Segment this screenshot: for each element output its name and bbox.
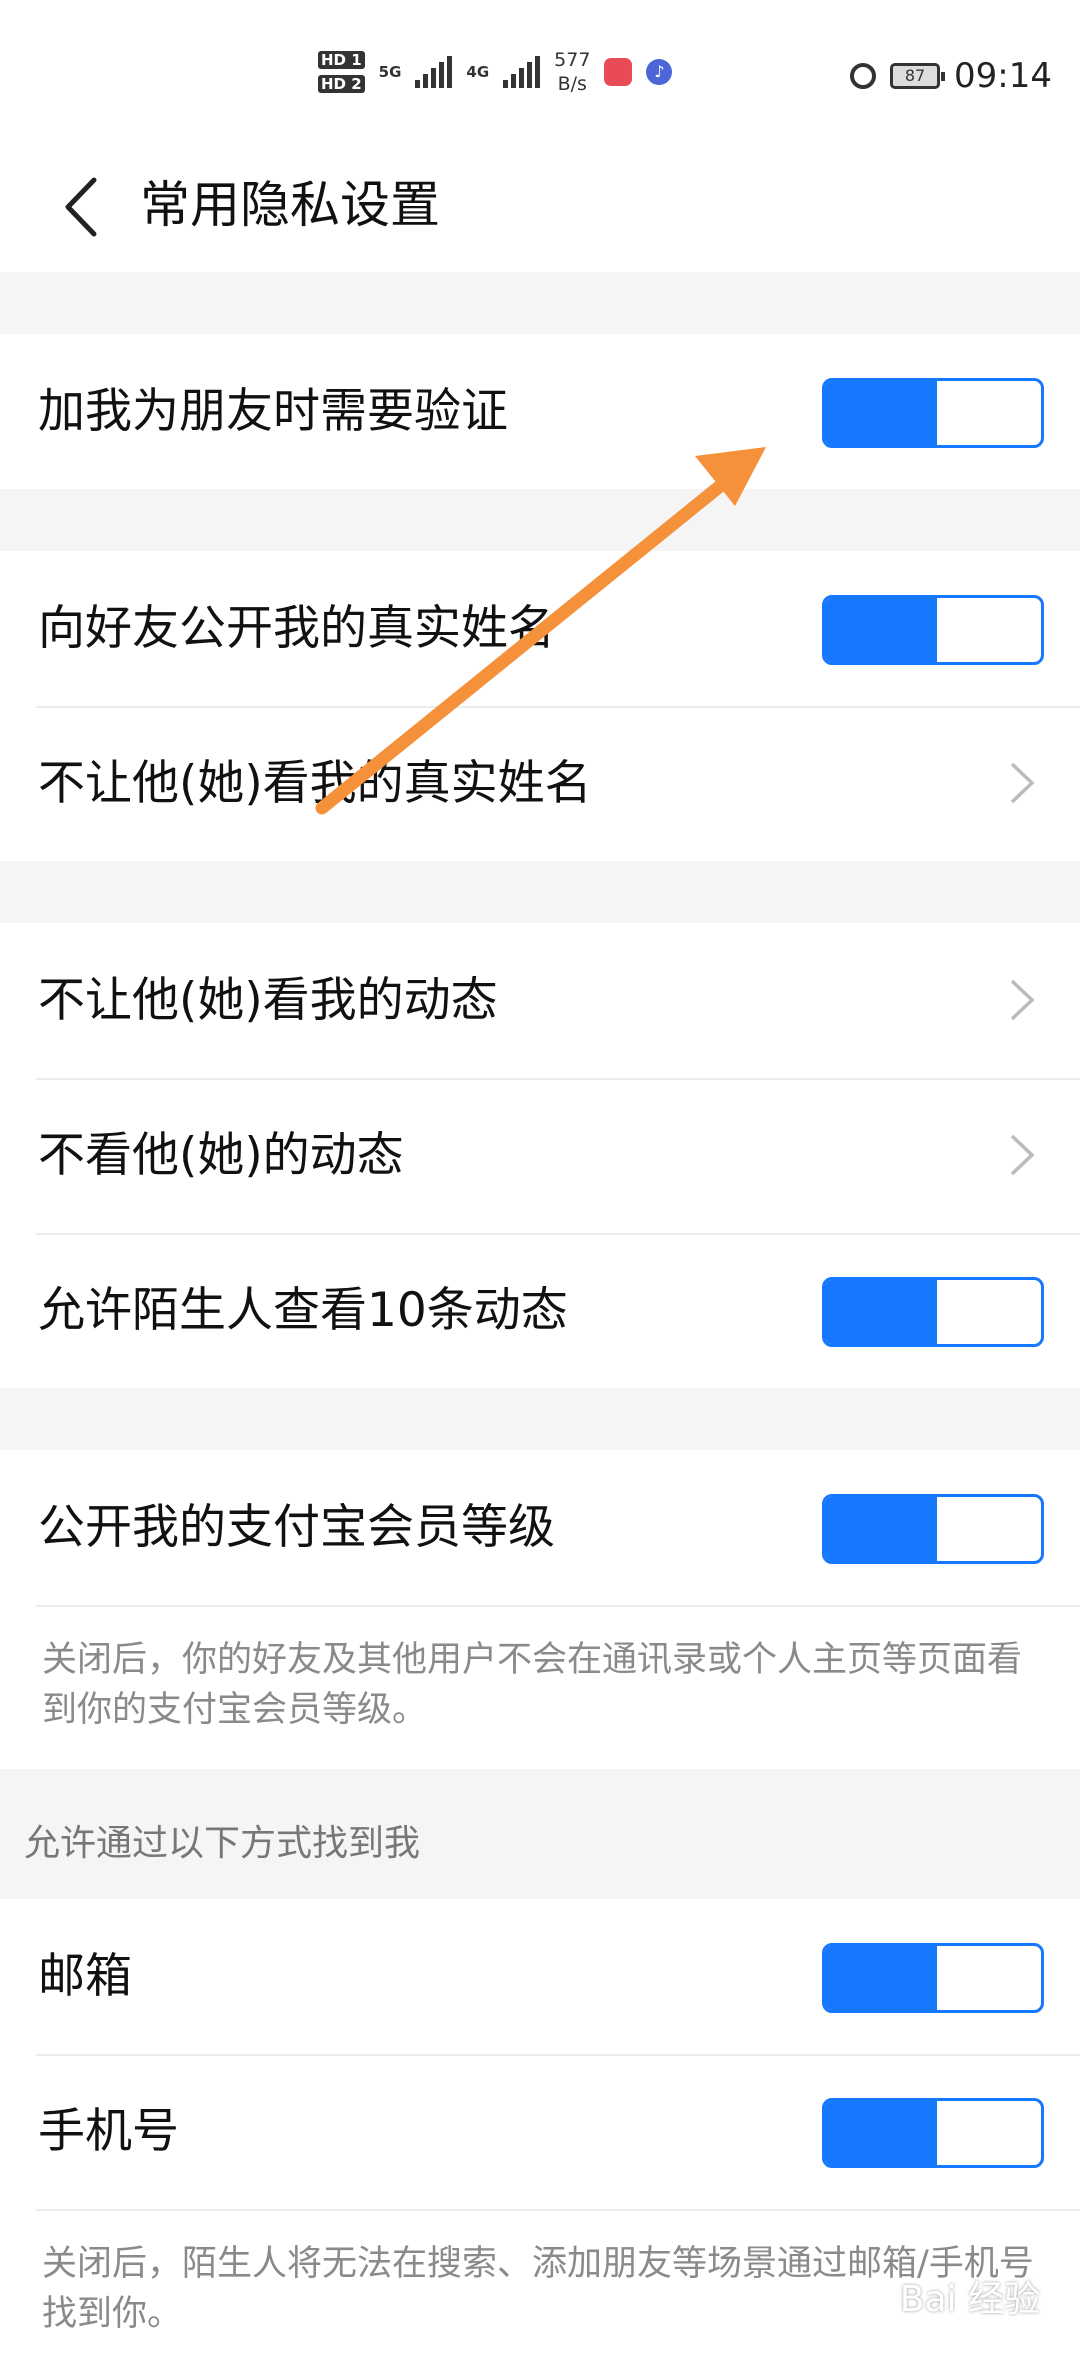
chevron-right-icon	[1010, 762, 1035, 804]
settings-group: 不让他(她)看我的动态 不看他(她)的动态 允许陌生人查看10条动态	[0, 923, 1080, 1388]
member-level-toggle[interactable]	[822, 1494, 1044, 1564]
signal-icon	[415, 56, 453, 88]
music-app-icon: ♪	[646, 59, 673, 85]
setting-row-hide-moments[interactable]: 不让他(她)看我的动态	[0, 923, 1080, 1078]
friend-verify-toggle[interactable]	[822, 378, 1044, 448]
setting-row-email: 邮箱	[0, 1899, 1080, 2054]
settings-group: 向好友公开我的真实姓名 不让他(她)看我的真实姓名	[0, 551, 1080, 861]
settings-list: 加我为朋友时需要验证 向好友公开我的真实姓名 不让他(她)看我的真实姓名 不让他…	[0, 272, 1080, 2373]
nav-header: 常用隐私设置	[0, 150, 1080, 272]
setting-label: 手机号	[38, 2104, 179, 2159]
settings-group: 公开我的支付宝会员等级 关闭后，你的好友及其他用户不会在通讯录或个人主页等页面看…	[0, 1450, 1080, 1769]
chevron-right-icon	[1010, 979, 1035, 1021]
chevron-left-icon[interactable]	[52, 172, 122, 242]
signal-icon	[503, 56, 541, 88]
alarm-icon	[850, 63, 877, 89]
settings-group: 加我为朋友时需要验证	[0, 334, 1080, 489]
setting-row-phone: 手机号	[0, 2054, 1080, 2209]
setting-row-hide-real-name[interactable]: 不让他(她)看我的真实姓名	[0, 706, 1080, 861]
find-by-phone-toggle[interactable]	[822, 2098, 1044, 2168]
clock: 09:14	[954, 56, 1052, 96]
watermark: Bai 经验	[899, 2279, 1040, 2320]
setting-label: 公开我的支付宝会员等级	[38, 1500, 555, 1555]
page-title: 常用隐私设置	[140, 176, 440, 234]
book-app-icon	[604, 58, 633, 86]
setting-label: 不看他(她)的动态	[38, 1128, 404, 1183]
setting-row-stranger-moments: 允许陌生人查看10条动态	[0, 1233, 1080, 1388]
hd-indicator: HD 1 HD 2	[318, 51, 365, 93]
setting-label: 不让他(她)看我的真实姓名	[38, 756, 592, 811]
setting-row-ignore-moments[interactable]: 不看他(她)的动态	[0, 1078, 1080, 1233]
setting-row-member-level: 公开我的支付宝会员等级	[0, 1450, 1080, 1605]
setting-label: 加我为朋友时需要验证	[38, 384, 508, 439]
find-me-section-label: 允许通过以下方式找到我	[24, 1823, 421, 1864]
show-real-name-toggle[interactable]	[822, 595, 1044, 665]
setting-row-show-real-name: 向好友公开我的真实姓名	[0, 551, 1080, 706]
setting-label: 向好友公开我的真实姓名	[38, 601, 555, 656]
chevron-right-icon	[1010, 1134, 1035, 1176]
stranger-moments-toggle[interactable]	[822, 1277, 1044, 1347]
setting-label: 允许陌生人查看10条动态	[38, 1283, 568, 1338]
network-speed: 577 B/s	[554, 49, 591, 95]
setting-label: 邮箱	[38, 1949, 132, 2004]
status-bar: HD 1 HD 2 5G 4G 577 B/s ♪ 87 09:14	[0, 0, 1080, 150]
find-by-email-toggle[interactable]	[822, 1943, 1044, 2013]
network-4g-label: 4G	[466, 63, 490, 81]
member-level-note: 关闭后，你的好友及其他用户不会在通讯录或个人主页等页面看到你的支付宝会员等级。	[0, 1605, 1080, 1769]
network-5g-label: 5G	[378, 63, 402, 81]
setting-row-friend-verify: 加我为朋友时需要验证	[0, 334, 1080, 489]
setting-label: 不让他(她)看我的动态	[38, 973, 498, 1028]
battery-icon: 87	[890, 63, 946, 89]
